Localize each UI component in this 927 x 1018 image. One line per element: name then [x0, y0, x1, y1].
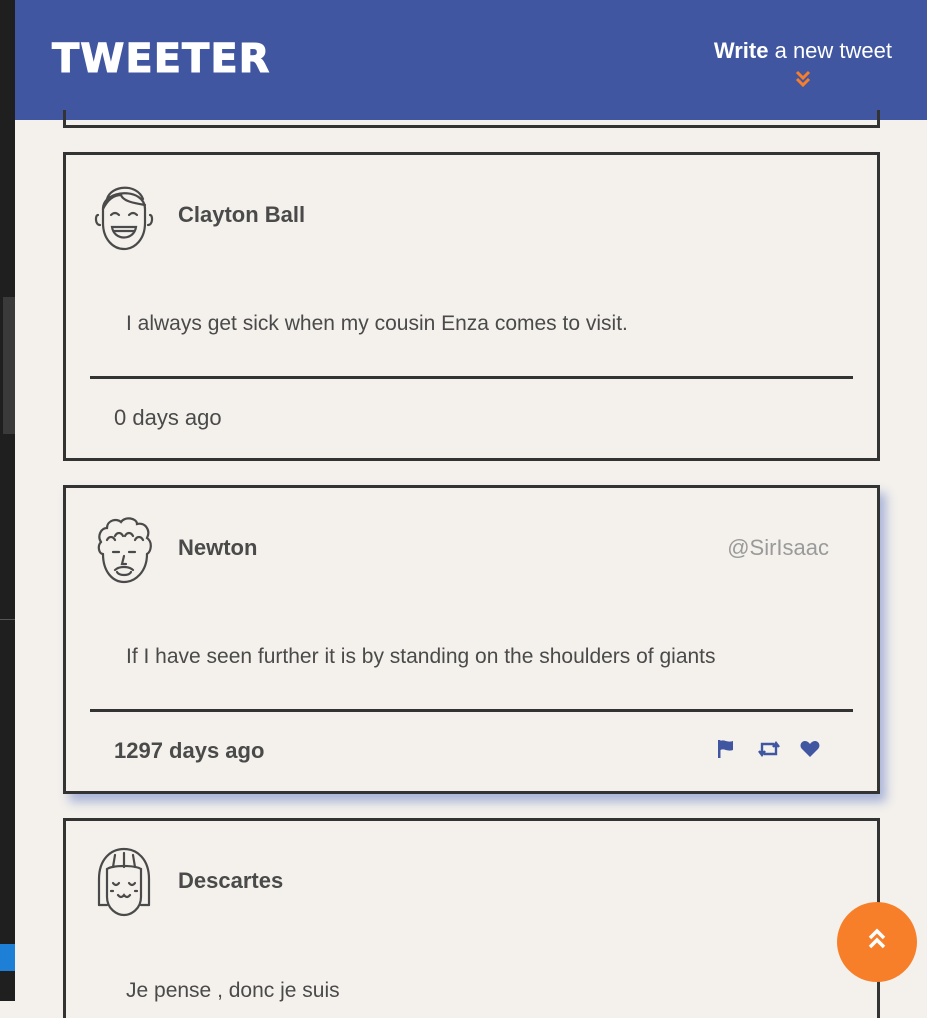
heart-icon[interactable] — [799, 738, 821, 760]
tweet-author-handle: @SirIsaac — [727, 535, 829, 560]
tweet-author-name: Descartes — [178, 868, 284, 893]
compose-label-bold: Write — [713, 38, 769, 63]
strip-accent — [0, 944, 15, 971]
strip-divider — [0, 619, 15, 620]
tweet-text: Je pense , donc je suis — [126, 979, 340, 1002]
app-logo: TWEETER — [51, 36, 271, 83]
compose-label: a new tweet — [768, 38, 892, 63]
tweet-card: Clayton Ball I always get sick when my c… — [63, 152, 880, 461]
smiling-boy-avatar-icon — [93, 179, 155, 251]
tweet-age: 1297 days ago — [114, 738, 265, 763]
previous-tweet-card-edge — [63, 110, 880, 128]
tweet-actions — [715, 738, 821, 760]
compose-tweet-button[interactable]: Write a new tweet — [714, 38, 892, 90]
tweet-author-name: Newton — [178, 535, 258, 560]
tweet-divider — [90, 376, 853, 379]
tweet-age: 0 days ago — [114, 405, 222, 430]
retweet-icon[interactable] — [757, 738, 780, 760]
flag-icon[interactable] — [715, 738, 737, 760]
nav-bar: TWEETER Write a new tweet — [15, 0, 927, 120]
scroll-to-top-button[interactable] — [837, 902, 917, 982]
tweet-text: If I have seen further it is by standing… — [126, 645, 716, 668]
tweet-text: I always get sick when my cousin Enza co… — [126, 312, 628, 335]
tweet-card: Newton @SirIsaac If I have seen further … — [63, 485, 880, 794]
curly-hair-avatar-icon — [93, 512, 155, 584]
tweet-card: Descartes Je pense , donc je suis — [63, 818, 880, 1018]
chevron-double-down-icon — [714, 70, 892, 90]
tweet-divider — [90, 709, 853, 712]
scrollbar-thumb[interactable] — [3, 297, 15, 434]
chevron-double-up-icon — [867, 927, 887, 957]
bob-hair-avatar-icon — [93, 845, 155, 917]
tweet-author-name: Clayton Ball — [178, 202, 306, 227]
left-window-strip — [0, 0, 15, 1001]
